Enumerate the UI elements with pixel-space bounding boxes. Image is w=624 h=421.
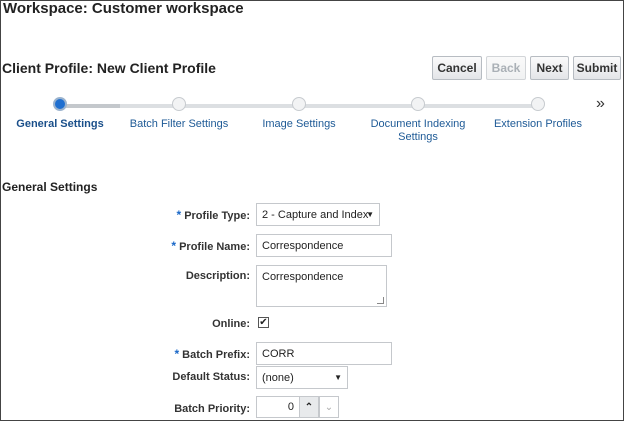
profile-name-label: * Profile Name: [171, 239, 250, 253]
required-marker: * [174, 347, 180, 361]
train-stop-batch-filter-settings[interactable] [172, 97, 186, 111]
train-label-extension-profiles[interactable]: Extension Profiles [488, 118, 588, 131]
section-title: General Settings [2, 180, 98, 194]
batch-prefix-input[interactable]: CORR [256, 342, 392, 365]
back-button[interactable]: Back [486, 56, 526, 80]
description-textarea[interactable]: Correspondence [256, 265, 387, 307]
cancel-button[interactable]: Cancel [432, 56, 482, 80]
profile-type-select[interactable]: 2 - Capture and Index ▼ [256, 203, 380, 226]
checkmark-icon: ✔ [259, 317, 268, 328]
description-label: Description: [185, 270, 250, 282]
resize-grip-icon[interactable] [377, 297, 384, 304]
workspace-title: Workspace: Customer workspace [3, 0, 244, 17]
profile-type-value: 2 - Capture and Index [262, 208, 369, 221]
page-title: Client Profile: New Client Profile [2, 60, 216, 76]
online-checkbox[interactable]: ✔ [258, 317, 269, 328]
train-label-document-indexing-settings[interactable]: Document Indexing Settings [368, 118, 468, 144]
chevron-down-icon: ⌄ [324, 401, 334, 413]
dropdown-arrow-icon: ▼ [366, 209, 374, 219]
batch-prefix-label: * Batch Prefix: [174, 347, 250, 361]
train-label-general-settings[interactable]: General Settings [10, 118, 110, 131]
required-marker: * [171, 239, 177, 253]
double-chevron-right-icon[interactable]: » [596, 95, 605, 113]
profile-type-label: * Profile Type: [176, 208, 250, 222]
dropdown-arrow-icon: ▼ [334, 372, 342, 382]
description-value: Correspondence [262, 271, 344, 283]
train-stop-general-settings[interactable] [53, 97, 67, 111]
decrement-button[interactable]: ⌄ [319, 396, 339, 418]
train-label-batch-filter-settings[interactable]: Batch Filter Settings [124, 118, 234, 131]
default-status-select[interactable]: (none) ▼ [256, 366, 348, 389]
submit-button[interactable]: Submit [573, 56, 621, 80]
required-marker: * [176, 208, 182, 222]
train-progress-line [60, 104, 120, 108]
default-status-label: Default Status: [172, 371, 250, 383]
train-stop-document-indexing-settings[interactable] [411, 97, 425, 111]
profile-name-input[interactable]: Correspondence [256, 234, 392, 257]
next-button[interactable]: Next [530, 56, 569, 80]
chevron-up-icon: ⌃ [304, 401, 314, 413]
train-label-image-settings[interactable]: Image Settings [249, 118, 349, 131]
train-stop-extension-profiles[interactable] [531, 97, 545, 111]
online-label: Online: [212, 318, 250, 330]
default-status-value: (none) [262, 371, 294, 384]
batch-priority-input[interactable]: 0 [256, 396, 300, 418]
increment-button[interactable]: ⌃ [299, 396, 319, 418]
batch-priority-label: Batch Priority: [174, 403, 250, 415]
train-stop-image-settings[interactable] [292, 97, 306, 111]
